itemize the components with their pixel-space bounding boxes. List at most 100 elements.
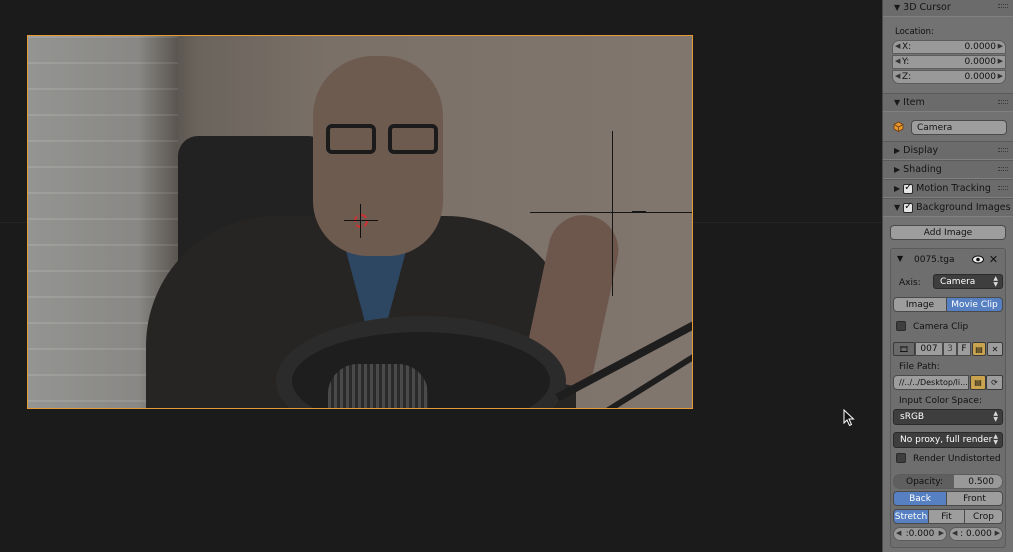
- color-space-label: Input Color Space:: [899, 396, 982, 406]
- cursor-x-field[interactable]: ◀ X: 0.0000 ▶: [892, 40, 1006, 54]
- remove-image-close-icon[interactable]: ✕: [988, 254, 999, 265]
- panel-title: Background Images: [916, 202, 1011, 213]
- color-space-dropdown[interactable]: sRGB ▲ ▼: [893, 409, 1003, 425]
- fake-user-button[interactable]: F: [957, 342, 971, 356]
- panel-title: Display: [903, 145, 939, 156]
- drag-grip-icon[interactable]: [998, 148, 1008, 152]
- decrement-arrow-icon[interactable]: ◀: [895, 42, 900, 50]
- depth-back-button[interactable]: Back: [893, 491, 947, 506]
- panel-header-item[interactable]: ▼ Item: [883, 93, 1013, 112]
- drag-grip-icon[interactable]: [998, 100, 1008, 104]
- render-undistorted-label: Render Undistorted: [913, 454, 1001, 464]
- reload-file-icon[interactable]: ⟳: [986, 375, 1003, 390]
- background-microphone-grille: [328, 364, 428, 408]
- axis-label: Axis:: [899, 278, 921, 288]
- background-images-checkbox[interactable]: [903, 201, 914, 213]
- open-folder-icon[interactable]: ▤: [972, 342, 986, 356]
- collapse-arrow-icon: ▼: [894, 2, 901, 12]
- 3d-cursor-icon[interactable]: [344, 204, 378, 238]
- 3d-viewport[interactable]: [0, 0, 882, 552]
- object-cube-icon: [893, 121, 904, 132]
- background-person-glasses: [326, 124, 446, 156]
- decrement-arrow-icon[interactable]: ◀: [952, 529, 957, 537]
- dropdown-arrows-icon: ▲ ▼: [993, 433, 998, 446]
- depth-front-button[interactable]: Front: [946, 491, 1003, 506]
- field-label: Y:: [902, 57, 910, 67]
- panel-header-motion-tracking[interactable]: ▶ Motion Tracking: [883, 179, 1013, 198]
- cursor-z-field[interactable]: ◀ Z: 0.0000 ▶: [892, 70, 1006, 84]
- cursor-y-field[interactable]: ◀ Y: 0.0000 ▶: [892, 55, 1006, 69]
- expand-arrow-icon: ▶: [894, 184, 901, 193]
- dropdown-arrows-icon: ▲ ▼: [993, 410, 998, 423]
- decrement-arrow-icon[interactable]: ◀: [895, 72, 900, 80]
- decrement-arrow-icon[interactable]: ◀: [895, 57, 900, 65]
- source-movieclip-button[interactable]: Movie Clip: [946, 297, 1003, 312]
- object-name-input[interactable]: Camera: [911, 120, 1007, 135]
- add-image-button[interactable]: Add Image: [890, 225, 1006, 240]
- frame-stretch-button[interactable]: Stretch: [893, 509, 929, 524]
- camera-clip-checkbox[interactable]: [896, 321, 906, 331]
- panel-title: 3D Cursor: [903, 1, 951, 13]
- file-path-label: File Path:: [899, 362, 940, 372]
- field-value: 0.0000: [964, 42, 997, 52]
- mouse-pointer-icon: [843, 409, 855, 427]
- offset-x-field[interactable]: ◀ :0.000 ▶: [893, 527, 947, 541]
- panel-header-display[interactable]: ▶ Display: [883, 141, 1013, 160]
- axis-dropdown-value: Camera: [940, 276, 976, 287]
- camera-clip-label: Camera Clip: [913, 322, 969, 332]
- image-expand-arrow-icon[interactable]: ▼: [897, 254, 903, 263]
- unlink-clip-close-icon[interactable]: ✕: [987, 342, 1003, 356]
- field-value: 0.0000: [964, 72, 997, 82]
- proxy-dropdown[interactable]: No proxy, full render ▲ ▼: [893, 432, 1003, 448]
- field-value: 0.0000: [964, 57, 997, 67]
- field-value: :0.000: [905, 529, 935, 539]
- background-person-head: [313, 56, 443, 256]
- offset-y-field[interactable]: ◀ : 0.000 ▶: [949, 527, 1003, 541]
- expand-arrow-icon: ▶: [894, 165, 901, 174]
- clip-users-count: 3: [943, 342, 957, 356]
- collapse-arrow-icon: ▼: [894, 98, 901, 107]
- slider-value: 0.500: [968, 476, 994, 487]
- expand-arrow-icon: ▶: [894, 146, 901, 155]
- increment-arrow-icon[interactable]: ▶: [998, 57, 1003, 65]
- increment-arrow-icon[interactable]: ▶: [939, 529, 944, 537]
- panel-header-background-images[interactable]: ▼ Background Images: [883, 198, 1013, 217]
- visibility-eye-icon[interactable]: [972, 255, 984, 264]
- panel-title: Shading: [903, 164, 942, 175]
- location-label: Location:: [895, 27, 934, 37]
- panel-header-3d-cursor[interactable]: ▼ 3D Cursor: [883, 0, 1013, 17]
- field-value: : 0.000: [960, 529, 992, 539]
- file-browse-folder-icon[interactable]: ▤: [970, 375, 986, 390]
- image-name-label: 0075.tga: [914, 255, 955, 265]
- field-label: X:: [902, 42, 912, 52]
- tracking-marker-horizontal: [530, 212, 692, 213]
- panel-header-shading[interactable]: ▶ Shading: [883, 160, 1013, 179]
- axis-dropdown[interactable]: Camera ▲ ▼: [933, 274, 1003, 289]
- increment-arrow-icon[interactable]: ▶: [998, 72, 1003, 80]
- drag-grip-icon[interactable]: [998, 186, 1008, 190]
- drag-grip-icon[interactable]: [998, 167, 1008, 171]
- frame-fit-button[interactable]: Fit: [928, 509, 965, 524]
- tracking-marker-vertical: [612, 131, 613, 296]
- movieclip-browse-icon[interactable]: 🎞: [893, 342, 915, 356]
- decrement-arrow-icon[interactable]: ◀: [896, 529, 901, 537]
- render-undistorted-checkbox[interactable]: [896, 453, 906, 463]
- file-path-input[interactable]: //../../Desktop/li...: [893, 375, 969, 390]
- drag-grip-icon[interactable]: [998, 4, 1008, 8]
- slider-label: Opacity:: [906, 476, 943, 487]
- clip-name-field[interactable]: 007: [915, 342, 943, 356]
- proxy-value: No proxy, full render: [900, 435, 993, 445]
- tracking-marker-tick: [632, 211, 646, 213]
- dropdown-arrows-icon: ▲ ▼: [993, 275, 998, 288]
- collapse-arrow-icon: ▼: [894, 203, 901, 212]
- panel-title: Motion Tracking: [916, 183, 991, 194]
- increment-arrow-icon[interactable]: ▶: [995, 529, 1000, 537]
- frame-crop-button[interactable]: Crop: [964, 509, 1003, 524]
- motion-tracking-checkbox[interactable]: [903, 182, 914, 194]
- panel-title: Item: [903, 97, 925, 108]
- color-space-value: sRGB: [900, 412, 925, 422]
- increment-arrow-icon[interactable]: ▶: [998, 42, 1003, 50]
- field-label: Z:: [902, 72, 912, 82]
- source-image-button[interactable]: Image: [893, 297, 947, 312]
- opacity-slider[interactable]: Opacity: 0.500: [893, 474, 1003, 489]
